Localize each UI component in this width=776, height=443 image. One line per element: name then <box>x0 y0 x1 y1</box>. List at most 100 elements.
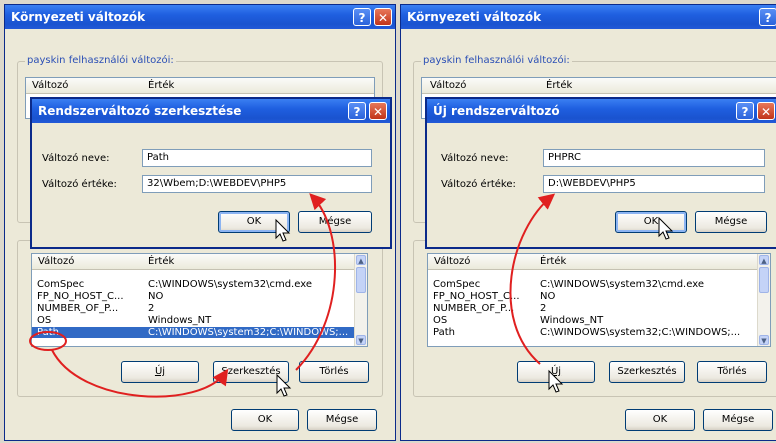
close-icon[interactable]: ✕ <box>369 102 387 120</box>
close-icon[interactable]: ✕ <box>374 8 392 26</box>
table-row[interactable]: FP_NO_HOST_C... NO <box>32 291 355 302</box>
edit-button-label: Szerkesztés <box>221 366 281 377</box>
help-icon[interactable]: ? <box>736 102 754 120</box>
ok-button-label: OK <box>643 216 659 227</box>
ok-button-label: OK <box>257 414 273 425</box>
scroll-down-icon[interactable]: ▼ <box>759 335 769 345</box>
scroll-down-icon[interactable]: ▼ <box>356 335 366 345</box>
list-header: Változó Érték <box>26 78 374 94</box>
user-vars-group-label: payskin felhasználói változói: <box>25 55 176 66</box>
new-button[interactable]: Új <box>121 361 199 383</box>
var-value: C:\WINDOWS\system32;C:\WINDOWS;... <box>540 327 741 338</box>
ok-button[interactable]: OK <box>231 409 299 431</box>
table-row[interactable]: NUMBER_OF_P... 2 <box>428 303 758 314</box>
close-icon[interactable]: ✕ <box>757 102 775 120</box>
window-title: Környezeti változók <box>11 10 146 24</box>
title-bar[interactable]: Környezeti változók ? <box>401 5 776 29</box>
table-row[interactable]: Path C:\WINDOWS\system32;C:\WINDOWS;... <box>428 327 758 338</box>
scroll-thumb[interactable] <box>759 267 769 293</box>
var-value: 2 <box>148 303 155 314</box>
scroll-up-icon[interactable]: ▲ <box>759 255 769 265</box>
delete-button[interactable]: Törlés <box>299 361 369 383</box>
dialog-title: Rendszerváltozó szerkesztése <box>38 104 242 118</box>
cancel-button-label: Mégse <box>714 216 748 227</box>
title-bar[interactable]: Rendszerváltozó szerkesztése ? ✕ <box>32 99 390 123</box>
delete-button-label: Törlés <box>717 366 747 377</box>
edit-button[interactable]: Szerkesztés <box>609 361 685 383</box>
edit-variable-dialog: Rendszerváltozó szerkesztése ? ✕ Változó… <box>30 97 392 249</box>
ok-button[interactable]: OK <box>218 211 290 233</box>
scroll-up-icon[interactable]: ▲ <box>356 255 366 265</box>
column-header-value[interactable]: Érték <box>546 80 572 91</box>
cancel-button[interactable]: Mégse <box>703 409 773 431</box>
cancel-button[interactable]: Mégse <box>307 409 377 431</box>
help-icon[interactable]: ? <box>353 8 371 26</box>
column-header-name[interactable]: Változó <box>434 256 470 267</box>
variable-value-field[interactable]: D:\WEBDEV\PHP5 <box>543 175 765 193</box>
var-name: OS <box>37 315 52 326</box>
var-value: C:\WINDOWS\system32\cmd.exe <box>148 279 312 290</box>
var-name: Path <box>37 327 59 338</box>
var-value: Windows_NT <box>540 315 604 326</box>
table-row[interactable]: NUMBER_OF_P... 2 <box>32 303 355 314</box>
scrollbar[interactable]: ▲ ▼ <box>757 254 770 346</box>
column-header-name[interactable]: Változó <box>38 256 74 267</box>
var-name: FP_NO_HOST_C... <box>433 291 520 302</box>
table-row[interactable]: OS Windows_NT <box>428 315 758 326</box>
table-row[interactable]: FP_NO_HOST_C... NO <box>428 291 758 302</box>
var-name: ComSpec <box>37 279 85 290</box>
new-button-label: Új <box>550 366 562 377</box>
title-bar[interactable]: Új rendszerváltozó ? ✕ <box>427 99 776 123</box>
var-value: C:\WINDOWS\system32;C:\WINDOWS;... <box>148 327 349 338</box>
var-name: FP_NO_HOST_C... <box>37 291 124 302</box>
help-icon[interactable]: ? <box>759 8 776 26</box>
column-header-value[interactable]: Érték <box>148 256 174 267</box>
table-row[interactable]: OS Windows_NT <box>32 315 355 326</box>
variable-value-label: Változó értéke: <box>441 179 516 190</box>
list-header: Változó Érték <box>422 78 776 94</box>
new-variable-dialog: Új rendszerváltozó ? ✕ Változó neve: PHP… <box>425 97 776 249</box>
var-value: Windows_NT <box>148 315 212 326</box>
variable-name-label: Változó neve: <box>441 153 509 164</box>
var-value: NO <box>148 291 164 302</box>
scroll-thumb[interactable] <box>356 267 366 293</box>
system-vars-list[interactable]: Változó Érték ComSpec C:\WINDOWS\system3… <box>427 253 771 347</box>
cancel-button-label: Mégse <box>721 414 755 425</box>
ok-button-label: OK <box>246 216 262 227</box>
variable-value-field[interactable]: 32\Wbem;D:\WEBDEV\PHP5 <box>142 175 372 193</box>
delete-button[interactable]: Törlés <box>697 361 767 383</box>
column-header-name[interactable]: Változó <box>430 80 466 91</box>
cancel-button[interactable]: Mégse <box>695 211 767 233</box>
edit-button-label: Szerkesztés <box>617 366 677 377</box>
var-value: 2 <box>540 303 547 314</box>
help-icon[interactable]: ? <box>348 102 366 120</box>
cancel-button[interactable]: Mégse <box>298 211 372 233</box>
var-value: C:\WINDOWS\system32\cmd.exe <box>540 279 704 290</box>
table-row-selected[interactable]: Path C:\WINDOWS\system32;C:\WINDOWS;... <box>32 327 355 338</box>
edit-button[interactable]: Szerkesztés <box>213 361 289 383</box>
var-name: NUMBER_OF_P... <box>433 303 515 314</box>
column-header-value[interactable]: Érték <box>540 256 566 267</box>
var-value: NO <box>540 291 556 302</box>
list-header: Változó Érték <box>32 254 367 270</box>
table-row[interactable]: ComSpec C:\WINDOWS\system32\cmd.exe <box>32 279 355 290</box>
cancel-button-label: Mégse <box>325 414 359 425</box>
var-name: OS <box>433 315 448 326</box>
var-name: Path <box>433 327 455 338</box>
cancel-button-label: Mégse <box>318 216 352 227</box>
new-button[interactable]: Új <box>517 361 595 383</box>
column-header-value[interactable]: Érték <box>148 80 174 91</box>
system-vars-list[interactable]: Változó Érték ComSpec C:\WINDOWS\system3… <box>31 253 368 347</box>
variable-name-field[interactable]: Path <box>142 149 372 167</box>
table-row[interactable]: ComSpec C:\WINDOWS\system32\cmd.exe <box>428 279 758 290</box>
title-bar[interactable]: Környezeti változók ? ✕ <box>5 5 395 29</box>
variable-value-label: Változó értéke: <box>42 179 117 190</box>
var-name: NUMBER_OF_P... <box>37 303 119 314</box>
variable-name-field[interactable]: PHPRC <box>543 149 765 167</box>
var-name: ComSpec <box>433 279 481 290</box>
scrollbar[interactable]: ▲ ▼ <box>354 254 367 346</box>
ok-button[interactable]: OK <box>615 211 687 233</box>
column-header-name[interactable]: Változó <box>32 80 68 91</box>
ok-button-label: OK <box>652 414 668 425</box>
ok-button[interactable]: OK <box>625 409 695 431</box>
